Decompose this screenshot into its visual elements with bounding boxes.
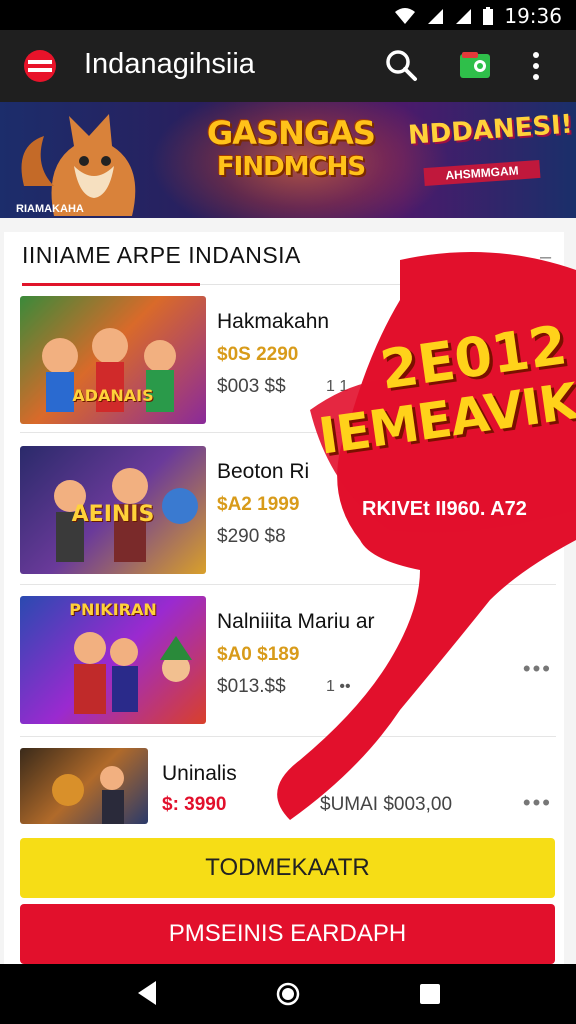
game-subprice: $013.$$ xyxy=(217,676,286,697)
battery-icon xyxy=(483,7,494,25)
game-subprice: $003 $$ xyxy=(217,376,286,397)
game-art-icon xyxy=(52,766,124,824)
game-meta: 1 1 xyxy=(326,378,349,395)
home-icon[interactable] xyxy=(276,982,300,1006)
game-meta: 1 •• xyxy=(326,678,351,695)
game-name: Uninalis xyxy=(162,762,237,785)
game-name: Nalniiita Mariu ar xyxy=(217,610,375,633)
more-horiz-icon[interactable]: ••• xyxy=(523,790,552,816)
search-icon[interactable] xyxy=(384,48,418,82)
app-logo-icon[interactable] xyxy=(24,50,56,82)
game-price: $: 3990 xyxy=(162,794,227,815)
primary-button[interactable]: TODMEKAATR xyxy=(20,838,555,898)
thumb-text: ADANAIS xyxy=(72,386,154,405)
game-price: $0S 2290 xyxy=(217,344,299,365)
more-vert-icon[interactable] xyxy=(526,48,546,84)
game-name: Beoton Ri xyxy=(217,460,310,483)
game-thumbnail[interactable]: ADANAIS xyxy=(20,296,206,424)
more-horiz-icon[interactable]: ••• xyxy=(523,656,552,682)
thumb-text: AEINIS xyxy=(71,502,155,527)
section-more-button[interactable]: – xyxy=(540,246,551,269)
banner-caption: RIAMAKAHA xyxy=(16,203,84,215)
game-subprice: $UMAI $003,00 xyxy=(320,794,453,815)
status-icons: 19:36 xyxy=(394,4,562,28)
status-time: 19:36 xyxy=(504,4,562,28)
item-divider xyxy=(20,736,556,737)
game-thumbnail[interactable]: PNIKIRAN xyxy=(20,596,206,724)
game-thumbnail[interactable]: AEINIS xyxy=(20,446,206,574)
back-icon[interactable] xyxy=(136,980,158,1006)
game-thumbnail[interactable] xyxy=(20,748,148,824)
recent-apps-icon[interactable] xyxy=(420,984,440,1004)
promo-caption: RKIVEt II960. A72 xyxy=(362,498,527,520)
app-title: Indanagihsiia xyxy=(84,48,255,80)
system-nav-bar xyxy=(0,964,576,1024)
hero-banner[interactable]: GASNGAS FINDMCHS NDDANESI! AHSMMGAM xyxy=(0,102,576,218)
list-item[interactable]: Uninalis $: 3990 $UMAI $003,00 ••• xyxy=(20,748,556,824)
section-divider xyxy=(200,284,550,285)
secondary-button[interactable]: PMSEINIS EARDAPH xyxy=(20,904,555,964)
thumb-text: PNIKIRAN xyxy=(69,600,157,619)
signal-icon-2 xyxy=(456,9,472,24)
section-title: IINIAME ARPE INDANSIA xyxy=(22,242,301,268)
wallet-icon[interactable] xyxy=(458,50,492,80)
wifi-icon xyxy=(395,8,416,24)
item-divider xyxy=(20,584,556,585)
list-item[interactable]: PNIKIRAN Nalniiita Mariu ar $A0 $189 $01… xyxy=(20,596,556,726)
banner-headline: GASNGAS FINDMCHS xyxy=(207,114,376,182)
app-bar: Indanagihsiia xyxy=(0,30,576,102)
game-price: $A2 1999 xyxy=(217,494,300,515)
section-underline xyxy=(22,283,200,286)
status-bar: 19:36 xyxy=(0,0,576,30)
game-name: Hakmakahn xyxy=(217,310,330,333)
fox-mascot-icon xyxy=(21,114,136,216)
game-price: $A0 $189 xyxy=(217,644,300,665)
signal-icon xyxy=(428,9,444,24)
game-subprice: $290 $8 xyxy=(217,526,286,547)
